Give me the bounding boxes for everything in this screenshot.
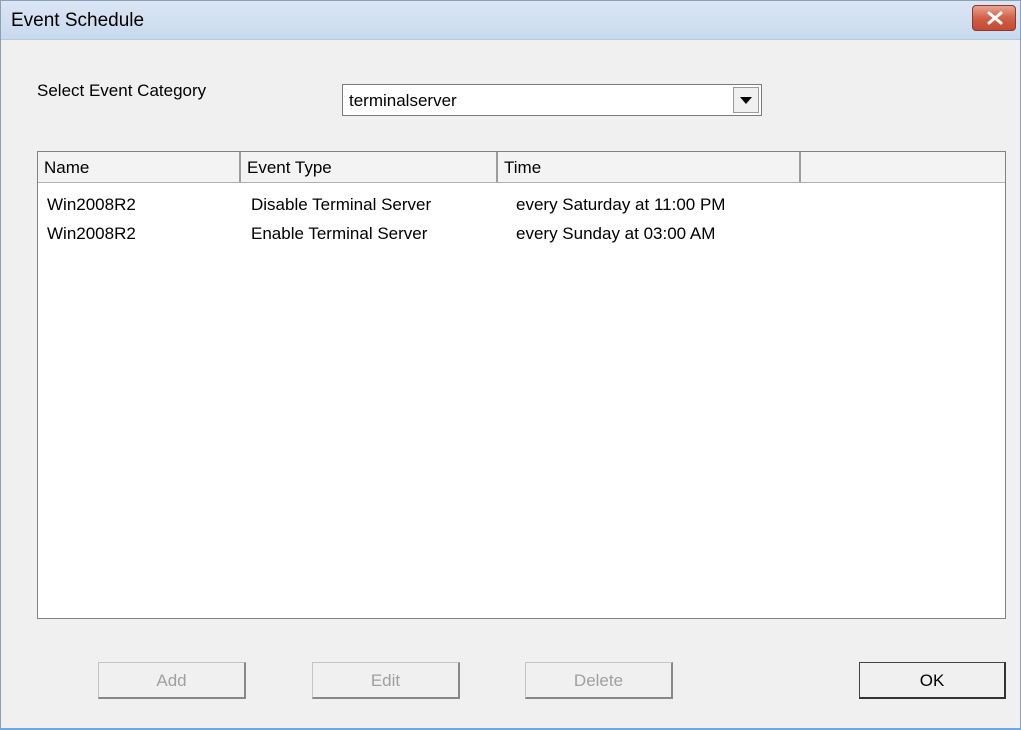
category-select-value: terminalserver [349, 91, 457, 110]
table-row[interactable]: Win2008R2 Enable Terminal Server every S… [38, 224, 1005, 246]
column-header-name[interactable]: Name [38, 152, 241, 182]
title-bar: Event Schedule [1, 1, 1020, 40]
table-row[interactable]: Win2008R2 Disable Terminal Server every … [38, 195, 1005, 217]
column-header-event-type[interactable]: Event Type [241, 152, 498, 182]
dropdown-button[interactable] [733, 87, 759, 113]
column-header-label: Event Type [247, 158, 332, 177]
row-time: every Saturday at 11:00 PM [516, 195, 726, 214]
row-time: every Sunday at 03:00 AM [516, 224, 716, 243]
event-schedule-dialog: Event Schedule Select Event Category ter… [0, 0, 1021, 730]
row-name: Win2008R2 [47, 224, 136, 243]
close-button[interactable] [972, 5, 1016, 31]
add-button[interactable]: Add [98, 662, 246, 699]
column-header-label: Time [504, 158, 542, 177]
category-select[interactable]: terminalserver [342, 84, 762, 116]
column-header-time[interactable]: Time [498, 152, 801, 182]
category-label: Select Event Category [37, 81, 207, 100]
close-icon [987, 11, 1003, 25]
delete-button[interactable]: Delete [525, 662, 673, 699]
list-header: Name Event Type Time [38, 152, 1005, 183]
row-event-type: Disable Terminal Server [251, 195, 432, 214]
chevron-down-icon [740, 97, 752, 104]
edit-button[interactable]: Edit [312, 662, 460, 699]
window-title: Event Schedule [11, 10, 145, 31]
ok-button[interactable]: OK [859, 662, 1006, 699]
column-header-label: Name [44, 158, 90, 177]
row-event-type: Enable Terminal Server [251, 224, 428, 243]
column-header-empty[interactable] [801, 152, 1005, 182]
row-name: Win2008R2 [47, 195, 136, 214]
event-list[interactable]: Name Event Type Time Win2008R2 Disable T… [37, 151, 1006, 619]
